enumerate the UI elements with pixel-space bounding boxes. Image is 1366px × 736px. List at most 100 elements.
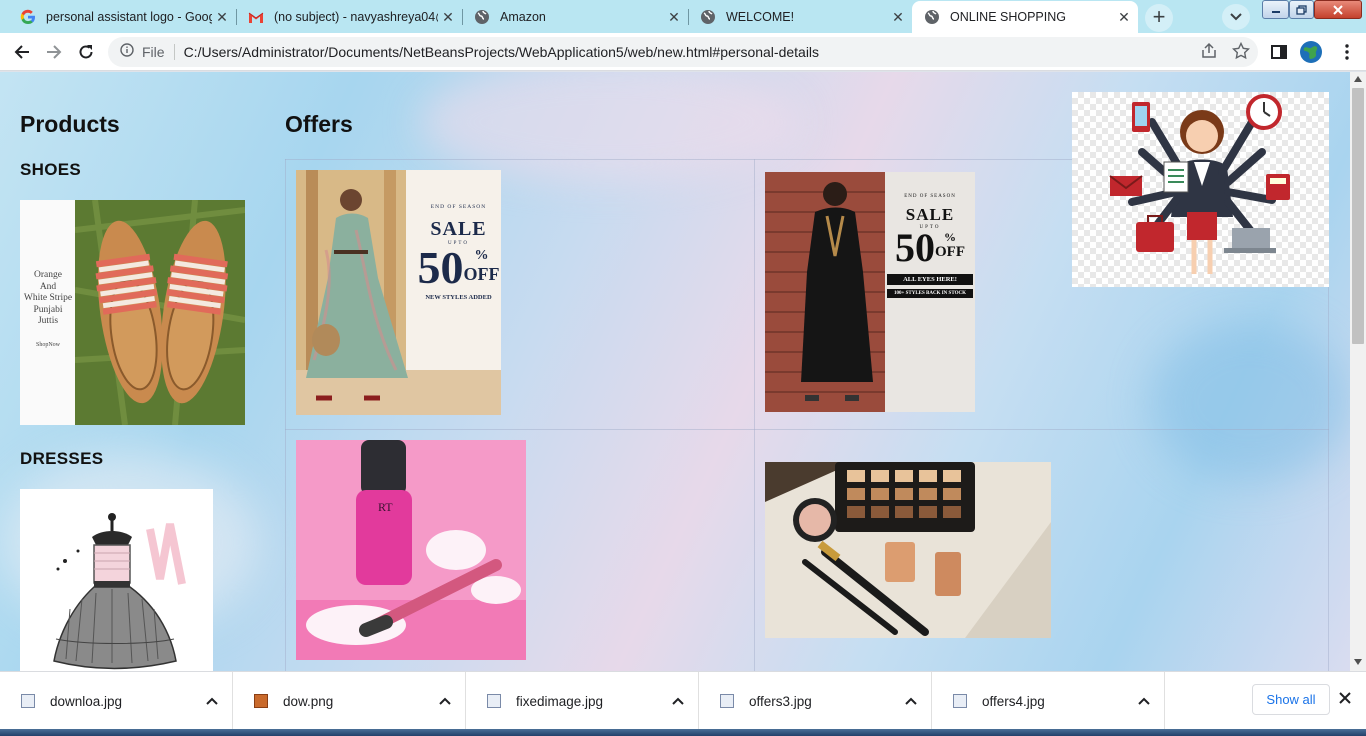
tab-gmail[interactable]: (no subject) - navyashreya04@ ✕ [236,1,462,33]
minimize-button[interactable] [1262,0,1289,19]
tab-title: personal assistant logo - Goog [46,10,212,24]
jutti-shoes-illustration [75,200,245,425]
image-file-icon [254,694,268,708]
bookmark-star-icon[interactable] [1231,41,1251,65]
download-item[interactable]: downloa.jpg [0,672,233,730]
sale-subtext: END OF SEASON [430,204,487,210]
tab-online-shopping[interactable]: ONLINE SHOPPING ✕ [912,1,1138,33]
os-taskbar [0,729,1366,736]
page-scrollbar[interactable] [1350,72,1366,671]
sale-banner-1: ALL EYES HERE! [887,274,973,285]
globe-avatar-icon [1300,41,1322,63]
offer-cosmetics-image[interactable]: RT [296,440,526,660]
profile-avatar[interactable] [1298,39,1324,65]
shoe-caption: And [39,281,57,292]
browser-menu-button[interactable] [1334,39,1360,65]
shoes-image[interactable]: Orange And White Stripe Punjabi Juttis S… [20,200,245,425]
new-tab-button[interactable]: + [1145,4,1173,32]
forward-button[interactable] [41,39,67,65]
shoe-caption: Orange [34,270,62,280]
personal-assistant-logo[interactable] [1072,92,1329,287]
pink-cleanser-bottle-photo [296,440,526,660]
download-filename: offers3.jpg [749,693,812,709]
kebab-menu-icon [1345,44,1349,60]
sale-percent-sign: % [944,230,956,244]
tab-title: (no subject) - navyashreya04@ [274,10,438,24]
tab-close-icon[interactable]: ✕ [888,9,908,26]
reload-button[interactable] [73,39,99,65]
tab-close-icon[interactable]: ✕ [438,9,458,26]
offer-sale-dress-image[interactable]: END OF SEASON SALE UPTO 50 % OFF NEW STY… [296,170,501,415]
cosmetic-brand-logo: RT [378,500,393,514]
chevron-up-icon[interactable] [891,697,931,705]
dress-sketch-illustration [20,489,213,671]
sale-off: OFF [935,244,965,260]
download-item[interactable]: offers3.jpg [699,672,932,730]
side-panel-button[interactable] [1266,39,1292,65]
gmail-icon [248,9,264,25]
sale-percent-sign: % [474,248,489,263]
page-viewport: Products SHOES Orange And White Stripe P… [0,72,1350,671]
google-icon [20,9,36,25]
tab-close-icon[interactable]: ✕ [664,9,684,26]
tab-strip: personal assistant logo - Goog ✕ (no sub… [0,0,1366,33]
chevron-up-icon[interactable] [425,697,465,705]
sale-subtext: END OF SEASON [904,194,956,199]
browser-toolbar: File C:/Users/Administrator/Documents/Ne… [0,33,1366,71]
download-item[interactable]: offers4.jpg [932,672,1165,730]
sale-percent-number: 50 [417,242,464,293]
reload-icon [79,45,93,59]
download-item[interactable]: dow.png [233,672,466,730]
tab-google-search[interactable]: personal assistant logo - Goog ✕ [8,1,236,33]
scroll-up-icon[interactable] [1354,76,1362,82]
tab-search-button[interactable] [1222,4,1250,30]
side-panel-icon [1271,45,1287,59]
close-icon [1333,4,1343,15]
offer-sale-black-dress-image[interactable]: END OF SEASON SALE UPTO 50 % OFF ALL EYE… [765,172,975,412]
file-scheme-label: File [138,44,175,60]
image-file-icon [21,694,35,708]
tab-title: Amazon [500,10,546,24]
globe-icon [474,9,490,25]
tab-welcome[interactable]: WELCOME! ✕ [688,1,912,33]
maximize-button[interactable] [1289,0,1314,19]
image-file-icon [487,694,501,708]
address-bar[interactable]: File C:/Users/Administrator/Documents/Ne… [108,37,1258,67]
scrollbar-thumb[interactable] [1352,88,1364,344]
scroll-down-icon[interactable] [1354,659,1362,665]
products-heading: Products [20,111,120,137]
back-button[interactable] [9,39,35,65]
restore-icon [1296,4,1307,15]
download-filename: dow.png [283,693,334,709]
close-downloads-button[interactable] [1338,691,1352,710]
download-item[interactable]: fixedimage.jpg [466,672,699,730]
dresses-heading: DRESSES [20,449,104,468]
tab-title: WELCOME! [726,10,795,24]
sale-title: SALE [905,205,955,224]
chevron-up-icon[interactable] [1124,697,1164,705]
shoe-caption: ShopNow [35,341,60,348]
chevron-up-icon[interactable] [192,697,232,705]
image-file-icon [720,694,734,708]
arrow-right-icon [47,45,62,59]
offer-makeup-palette-image[interactable] [765,462,1051,638]
offers-heading: Offers [285,111,353,137]
tab-amazon[interactable]: Amazon ✕ [462,1,688,33]
share-icon[interactable] [1200,42,1218,65]
shoe-caption: White Stripe [23,293,73,303]
arrow-left-icon [14,45,29,59]
show-all-downloads-button[interactable]: Show all [1252,684,1330,715]
shoe-caption: Punjabi [33,304,63,315]
shoes-heading: SHOES [20,160,82,179]
close-window-button[interactable] [1314,0,1362,19]
globe-icon [700,9,716,25]
globe-icon [924,9,940,25]
url-text[interactable]: C:/Users/Administrator/Documents/NetBean… [175,44,819,60]
download-filename: fixedimage.jpg [516,693,604,709]
chevron-up-icon[interactable] [658,697,698,705]
dress-image[interactable] [20,489,213,671]
tab-close-icon[interactable]: ✕ [1114,9,1134,26]
tab-close-icon[interactable]: ✕ [212,9,232,26]
info-icon[interactable] [108,42,138,62]
sale-banner-2: 100+ STYLES BACK IN STOCK [887,289,973,298]
